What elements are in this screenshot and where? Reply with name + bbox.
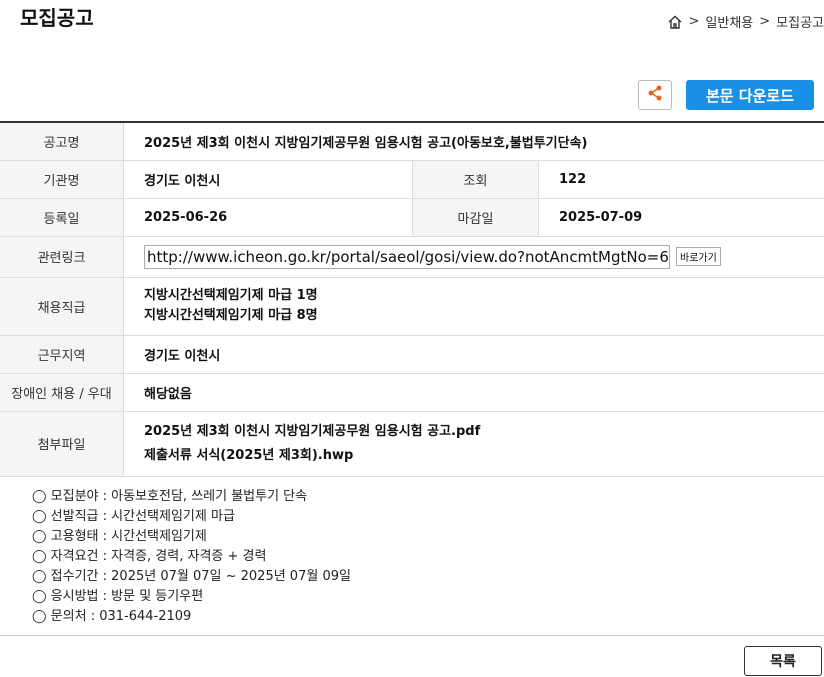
notice-info-table: 공고명 2025년 제3회 이천시 지방임기제공무원 임용시험 공고(아동보호,… xyxy=(0,121,824,477)
detail-line: ◯ 응시방법 : 방문 및 등기우편 xyxy=(32,589,204,604)
list-button[interactable]: 목록 xyxy=(744,646,822,676)
detail-line: ◯ 접수기간 : 2025년 07월 07일 ~ 2025년 07월 09일 xyxy=(32,569,351,584)
position-line: 지방시간선택제임기제 마급 8명 xyxy=(144,308,318,323)
link-label: 관련링크 xyxy=(0,236,124,278)
notice-details: ◯ 모집분야 : 아동보호전담, 쓰레기 불법투기 단속 ◯ 선발직급 : 시간… xyxy=(32,487,351,627)
title-label: 공고명 xyxy=(0,122,124,161)
region-value: 경기도 이천시 xyxy=(123,335,824,374)
divider xyxy=(0,635,824,636)
attach-label: 첨부파일 xyxy=(0,411,124,477)
reg-date-label: 등록일 xyxy=(0,198,124,237)
breadcrumb-item-general-hiring[interactable]: 일반채용 xyxy=(705,12,753,31)
related-link-field[interactable]: http://www.icheon.go.kr/portal/saeol/gos… xyxy=(144,244,670,269)
deadline-value: 2025-07-09 xyxy=(538,198,824,237)
deadline-label: 마감일 xyxy=(412,198,539,237)
position-line: 지방시간선택제임기제 마급 1명 xyxy=(144,288,318,303)
title-value: 2025년 제3회 이천시 지방임기제공무원 임용시험 공고(아동보호,불법투기… xyxy=(123,122,824,161)
go-link-button[interactable]: 바로가기 xyxy=(676,247,721,266)
attachment-link[interactable]: 2025년 제3회 이천시 지방임기제공무원 임용시험 공고.pdf xyxy=(144,420,824,444)
download-button[interactable]: 본문 다운로드 xyxy=(686,80,814,110)
disabled-value: 해당없음 xyxy=(123,373,824,412)
views-label: 조회 xyxy=(412,160,539,199)
attachment-link[interactable]: 제출서류 서식(2025년 제3회).hwp xyxy=(144,444,824,468)
detail-line: ◯ 고용형태 : 시간선택제임기제 xyxy=(32,529,207,544)
home-icon[interactable] xyxy=(667,14,683,30)
detail-line: ◯ 문의처 : 031-644-2109 xyxy=(32,609,192,624)
detail-line: ◯ 자격요건 : 자격증, 경력, 자격증 + 경력 xyxy=(32,549,267,564)
detail-line: ◯ 선발직급 : 시간선택제임기제 마급 xyxy=(32,509,235,524)
region-label: 근무지역 xyxy=(0,335,124,374)
org-label: 기관명 xyxy=(0,160,124,199)
breadcrumb-separator: > xyxy=(759,14,771,29)
disabled-label: 장애인 채용 / 우대 xyxy=(0,373,124,412)
reg-date-value: 2025-06-26 xyxy=(123,198,413,237)
page-title: 모집공고 xyxy=(20,6,94,30)
share-button[interactable] xyxy=(638,80,672,110)
breadcrumb: > 일반채용 > 모집공고 xyxy=(667,12,824,31)
detail-line: ◯ 모집분야 : 아동보호전담, 쓰레기 불법투기 단속 xyxy=(32,489,308,504)
share-icon xyxy=(646,84,664,106)
org-value: 경기도 이천시 xyxy=(123,160,413,199)
breadcrumb-item-recruitment[interactable]: 모집공고 xyxy=(776,12,824,31)
views-value: 122 xyxy=(538,160,824,199)
position-label: 채용직급 xyxy=(0,277,124,336)
breadcrumb-separator: > xyxy=(688,14,700,29)
